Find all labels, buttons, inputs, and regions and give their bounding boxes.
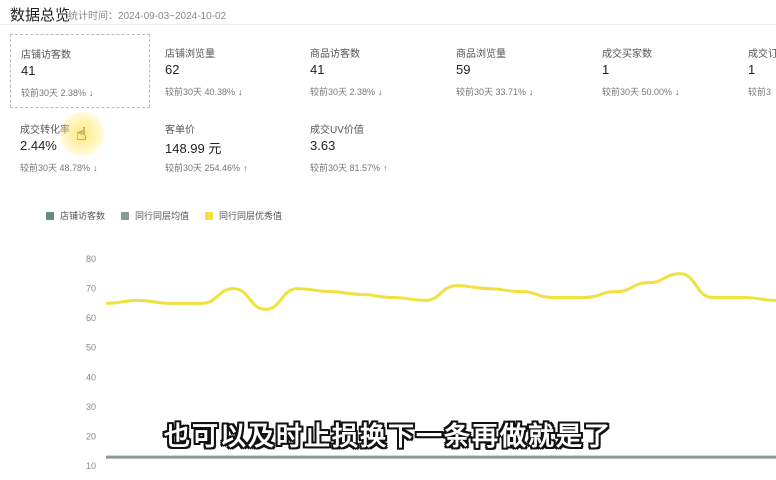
arrow-down-icon: ↓ bbox=[93, 163, 98, 173]
legend-swatch bbox=[121, 211, 130, 220]
metric-label: 商品访客数 bbox=[310, 49, 360, 60]
comparison-text: 较前30天 40.38% bbox=[165, 87, 236, 97]
metric-card[interactable]: 成交买家数 1 较前30天 50.00% ↓ bbox=[592, 34, 732, 108]
metric-value: 3.63 bbox=[310, 138, 336, 153]
comparison-text: 较前30天 254.46% bbox=[165, 163, 241, 173]
metric-label: 商品浏览量 bbox=[456, 49, 506, 60]
metric-card[interactable]: 客单价 148.99 元较前30天 254.46% ↑ bbox=[155, 110, 295, 184]
arrow-down-icon: ↓ bbox=[529, 87, 534, 97]
metric-card[interactable]: 店铺浏览量 62 较前30天 40.38% ↓ bbox=[155, 34, 295, 108]
metric-comparison: 较前30天 48.78% ↓ bbox=[20, 161, 98, 174]
metric-value: 1 bbox=[748, 62, 756, 77]
metric-label: 店铺浏览量 bbox=[165, 49, 215, 60]
arrow-up-icon: ↑ bbox=[383, 163, 388, 173]
metric-card[interactable]: 店铺访客数 41 较前30天 2.38% ↓ bbox=[10, 34, 150, 108]
legend-item[interactable]: 店铺访客数 bbox=[46, 209, 105, 222]
arrow-down-icon: ↓ bbox=[378, 87, 383, 97]
arrow-down-icon: ↓ bbox=[89, 88, 94, 98]
header-divider bbox=[0, 24, 776, 25]
date-range: 统计时间：2024-09-03~2024-10-02 bbox=[68, 11, 227, 22]
legend-swatch bbox=[46, 211, 54, 220]
y-tick-label: 80 bbox=[86, 254, 96, 264]
legend-item[interactable]: 同行同层均值 bbox=[121, 209, 189, 222]
metric-value: 59 bbox=[456, 62, 471, 77]
metric-comparison: 较前30天 2.38% ↓ bbox=[21, 86, 94, 99]
metric-card[interactable]: 成交UV价值 3.63 较前30天 81.57% ↑ bbox=[300, 110, 440, 184]
y-tick-label: 30 bbox=[86, 402, 96, 412]
metric-comparison: 较前30天 254.46% ↑ bbox=[165, 161, 248, 174]
arrow-down-icon: ↓ bbox=[238, 87, 243, 97]
legend-item[interactable]: 同行同层优秀值 bbox=[205, 209, 282, 222]
metric-label: 成交订 bbox=[748, 49, 776, 60]
metric-label: 成交UV价值 bbox=[310, 125, 364, 136]
legend-label: 同行同层优秀值 bbox=[219, 211, 283, 221]
comparison-text: 较前30天 33.71% bbox=[456, 87, 527, 97]
metric-value: 2.44% bbox=[20, 138, 57, 153]
arrow-down-icon: ↓ bbox=[675, 87, 680, 97]
y-tick-label: 70 bbox=[86, 284, 96, 294]
metric-card[interactable]: 成交订 1 较前3 bbox=[738, 34, 776, 108]
metric-value: 41 bbox=[310, 62, 325, 77]
metric-value: 41 bbox=[21, 63, 36, 78]
y-tick-label: 10 bbox=[86, 461, 96, 471]
metric-comparison: 较前30天 2.38% ↓ bbox=[310, 85, 383, 98]
metric-card[interactable]: 商品访客数 41 较前30天 2.38% ↓ bbox=[300, 34, 440, 108]
comparison-text: 较前30天 2.38% bbox=[21, 88, 87, 98]
metric-card[interactable]: 商品浏览量 59 较前30天 33.71% ↓ bbox=[446, 34, 586, 108]
comparison-text: 较前3 bbox=[748, 87, 772, 97]
legend-label: 店铺访客数 bbox=[60, 211, 106, 221]
comparison-text: 较前30天 81.57% bbox=[310, 163, 381, 173]
legend-label: 同行同层均值 bbox=[135, 211, 190, 221]
page-title: 数据总览 bbox=[10, 7, 71, 24]
metric-value: 1 bbox=[602, 62, 610, 77]
comparison-text: 较前30天 48.78% bbox=[20, 163, 91, 173]
metric-comparison: 较前30天 33.71% ↓ bbox=[456, 85, 534, 98]
y-tick-label: 60 bbox=[86, 313, 96, 323]
metric-comparison: 较前30天 40.38% ↓ bbox=[165, 85, 243, 98]
metric-label: 客单价 bbox=[165, 125, 195, 136]
metric-comparison: 较前30天 81.57% ↑ bbox=[310, 161, 388, 174]
metric-value: 148.99 元 bbox=[165, 141, 222, 156]
arrow-up-icon: ↑ bbox=[243, 163, 248, 173]
hand-cursor-icon: ☝ bbox=[76, 124, 87, 144]
metric-label: 成交买家数 bbox=[602, 49, 652, 60]
metric-value: 62 bbox=[165, 62, 180, 77]
metric-comparison: 较前3 bbox=[748, 85, 771, 98]
chart-legend: 店铺访客数 同行同层均值 同行同层优秀值 bbox=[46, 209, 282, 222]
y-tick-label: 50 bbox=[86, 343, 96, 353]
metric-comparison: 较前30天 50.00% ↓ bbox=[602, 85, 680, 98]
legend-swatch bbox=[205, 211, 214, 220]
series-line[interactable] bbox=[105, 272, 776, 311]
y-tick-label: 40 bbox=[86, 372, 96, 382]
comparison-text: 较前30天 50.00% bbox=[602, 87, 673, 97]
metric-label: 店铺访客数 bbox=[21, 50, 71, 61]
comparison-text: 较前30天 2.38% bbox=[310, 87, 376, 97]
video-subtitle: 也可以及时止损换下一条再做就是了 bbox=[163, 421, 612, 451]
